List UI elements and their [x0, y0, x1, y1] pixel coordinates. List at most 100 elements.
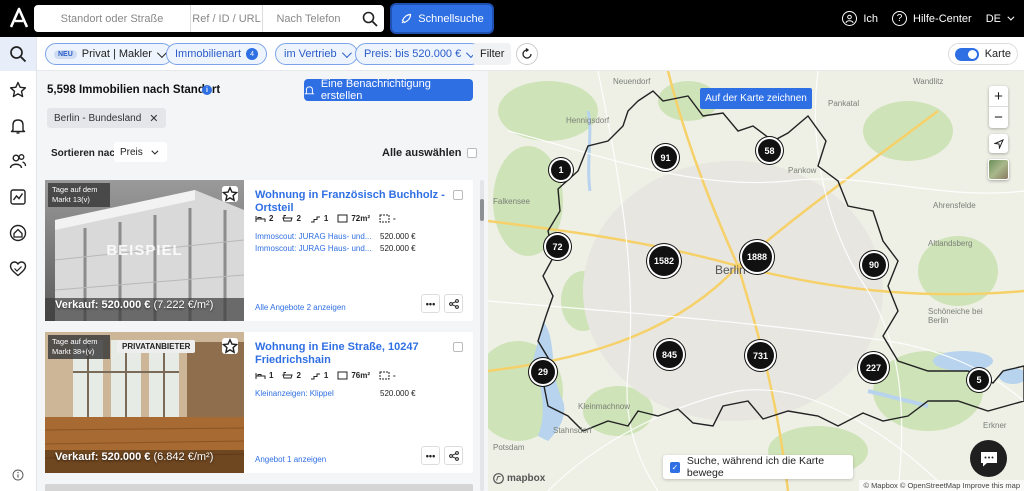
create-alert-button[interactable]: Eine Benachrichtigung erstellen — [304, 78, 473, 102]
listing-checkbox[interactable] — [453, 190, 463, 200]
map-cluster[interactable]: 1 — [551, 160, 571, 180]
share-button[interactable] — [444, 446, 463, 465]
info-icon[interactable]: i — [202, 85, 212, 95]
map-toggle-switch[interactable] — [955, 47, 979, 61]
map-cluster[interactable]: 90 — [862, 253, 886, 277]
map-cluster[interactable]: 227 — [860, 354, 887, 381]
share-icon — [448, 450, 459, 461]
filter-button[interactable]: Filter — [473, 43, 512, 65]
place-label: Falkensee — [493, 197, 530, 206]
status-filter[interactable]: im Vertrieb — [275, 43, 358, 65]
search-on-move[interactable]: ✓ Suche, während ich die Karte bewege — [663, 455, 853, 479]
refresh-button[interactable] — [516, 43, 538, 65]
home-search-icon — [9, 224, 27, 242]
sort-label: Sortieren nach — [51, 148, 122, 159]
satellite-layer-button[interactable] — [988, 159, 1009, 180]
stairs-icon — [310, 373, 320, 380]
filter-label: Filter — [480, 48, 505, 60]
price-filter[interactable]: Preis: bis 520.000 € — [355, 43, 483, 65]
offer-row[interactable]: Immoscout: JURAG Haus- und... 520.000 € — [255, 232, 425, 241]
draw-on-map-button[interactable]: Auf der Karte zeichnen — [700, 88, 812, 109]
map-cluster[interactable]: 58 — [758, 139, 781, 162]
offer-amount: 520.000 € — [380, 232, 416, 241]
location-search-input[interactable]: Standort oder Straße — [34, 5, 190, 32]
extra-fact: - — [379, 214, 396, 223]
show-all-offers-link[interactable]: Alle Angebote 2 anzeigen — [255, 303, 346, 312]
offer-source[interactable]: Immoscout: JURAG Haus- und... — [255, 232, 380, 241]
help-icon: ? — [892, 11, 908, 26]
ref-search-input[interactable]: Ref / ID / URL — [190, 5, 262, 32]
select-all-label: Alle auswählen — [382, 147, 462, 159]
chat-button[interactable] — [970, 440, 1007, 477]
map-cluster[interactable]: 91 — [654, 146, 677, 169]
offer-source[interactable]: Kleinanzeigen: Klippel — [255, 389, 380, 398]
mapbox-logo[interactable]: mapbox — [493, 473, 545, 484]
map-toggle[interactable]: Karte — [948, 43, 1018, 65]
rail-info[interactable] — [0, 458, 36, 491]
baths-value: 2 — [296, 371, 301, 380]
offer-row[interactable]: Kleinanzeigen: Klippel 520.000 € — [255, 389, 425, 398]
quick-search-button[interactable]: Schnellsuche — [392, 5, 492, 32]
more-options-button[interactable]: ••• — [421, 294, 440, 313]
favorite-button[interactable] — [222, 185, 238, 202]
listing-checkbox[interactable] — [453, 342, 463, 352]
offer-row[interactable]: Immoscout: JURAG Haus- und... 520.000 € — [255, 244, 425, 253]
days-on-market-badge: Tage auf dem Markt 13(v) — [48, 183, 110, 207]
map-cluster[interactable]: 845 — [656, 341, 683, 368]
app-logo-icon[interactable] — [9, 7, 29, 29]
language-select[interactable]: DE — [986, 13, 1015, 25]
listing-card[interactable]: Tage auf dem Markt 38+(v) PRIVATANBIETER… — [45, 332, 473, 473]
profile-button[interactable]: Ich — [842, 11, 878, 26]
close-icon[interactable]: ✕ — [149, 112, 158, 125]
bed-icon — [255, 373, 266, 379]
map-view[interactable]: Neuendorf Hennigsdorf Pankow Pankatal Ah… — [488, 71, 1024, 491]
listing-title[interactable]: Wohnung in Französisch Buchholz - Ortste… — [255, 189, 450, 215]
rail-analytics[interactable] — [0, 180, 36, 214]
map-cluster[interactable]: 29 — [531, 360, 555, 384]
list-scrollbar-track[interactable] — [480, 180, 484, 491]
map-cluster[interactable]: 731 — [747, 342, 774, 369]
listing-title[interactable]: Wohnung in Eine Straße, 10247 Friedrichs… — [255, 341, 450, 367]
search-on-move-checkbox[interactable]: ✓ — [670, 461, 680, 473]
rail-home-search[interactable] — [0, 216, 36, 250]
property-type-filter[interactable]: Immobilienart 4 — [166, 43, 268, 65]
rail-deals[interactable] — [0, 252, 36, 286]
select-all-checkbox[interactable] — [467, 148, 478, 158]
rail-alerts[interactable] — [0, 109, 36, 143]
show-all-offers-link[interactable]: Angebot 1 anzeigen — [255, 455, 326, 464]
zoom-out-button[interactable]: − — [989, 107, 1008, 128]
map-cluster[interactable]: 1582 — [649, 246, 679, 276]
bath-icon — [282, 215, 294, 222]
place-label: Altlandsberg — [928, 239, 973, 248]
sort-select[interactable]: Preis — [114, 142, 167, 162]
rail-favorites[interactable] — [0, 73, 36, 107]
help-center-button[interactable]: ? Hilfe-Center — [892, 11, 972, 26]
share-button[interactable] — [444, 294, 463, 313]
map-cluster[interactable]: 72 — [546, 235, 569, 258]
select-all[interactable]: Alle auswählen — [382, 147, 478, 159]
locate-button[interactable] — [989, 134, 1008, 153]
favorite-button[interactable] — [222, 337, 238, 354]
filter-bar: NEU Privat | Makler Immobilienart 4 im V… — [37, 37, 1024, 71]
map-cluster[interactable]: 1888 — [742, 242, 772, 272]
rooms-value: 1 — [269, 371, 274, 380]
map-cluster[interactable]: 5 — [969, 370, 989, 390]
listing-card[interactable]: Tage auf dem Markt 13(v) BEISPIEL Verkau… — [45, 180, 473, 321]
listing-card[interactable] — [45, 484, 473, 491]
private-broker-filter[interactable]: NEU Privat | Makler — [45, 43, 173, 65]
zoom-in-button[interactable]: + — [989, 86, 1008, 107]
floor-fact: 1 — [310, 214, 328, 223]
top-bar: Standort oder Straße Ref / ID / URL Nach… — [0, 0, 1024, 37]
listing-photo[interactable]: Tage auf dem Markt 38+(v) PRIVATANBIETER… — [45, 332, 244, 473]
rail-contacts[interactable] — [0, 144, 36, 178]
map-attribution[interactable]: © Mapbox © OpenStreetMap Improve this ma… — [859, 480, 1024, 491]
search-icon[interactable] — [362, 11, 378, 27]
listing-facts: 1 2 1 76m² - — [255, 371, 401, 380]
list-scrollbar-thumb[interactable] — [480, 199, 484, 221]
listing-photo[interactable]: Tage auf dem Markt 13(v) BEISPIEL Verkau… — [45, 180, 244, 321]
more-options-button[interactable]: ••• — [421, 446, 440, 465]
phone-search-input[interactable]: Nach Telefon — [262, 5, 354, 32]
listing-price: Verkauf: 520.000 € (7.222 €/m²) — [55, 299, 213, 311]
offer-source[interactable]: Immoscout: JURAG Haus- und... — [255, 244, 380, 253]
rail-search[interactable] — [0, 37, 36, 71]
